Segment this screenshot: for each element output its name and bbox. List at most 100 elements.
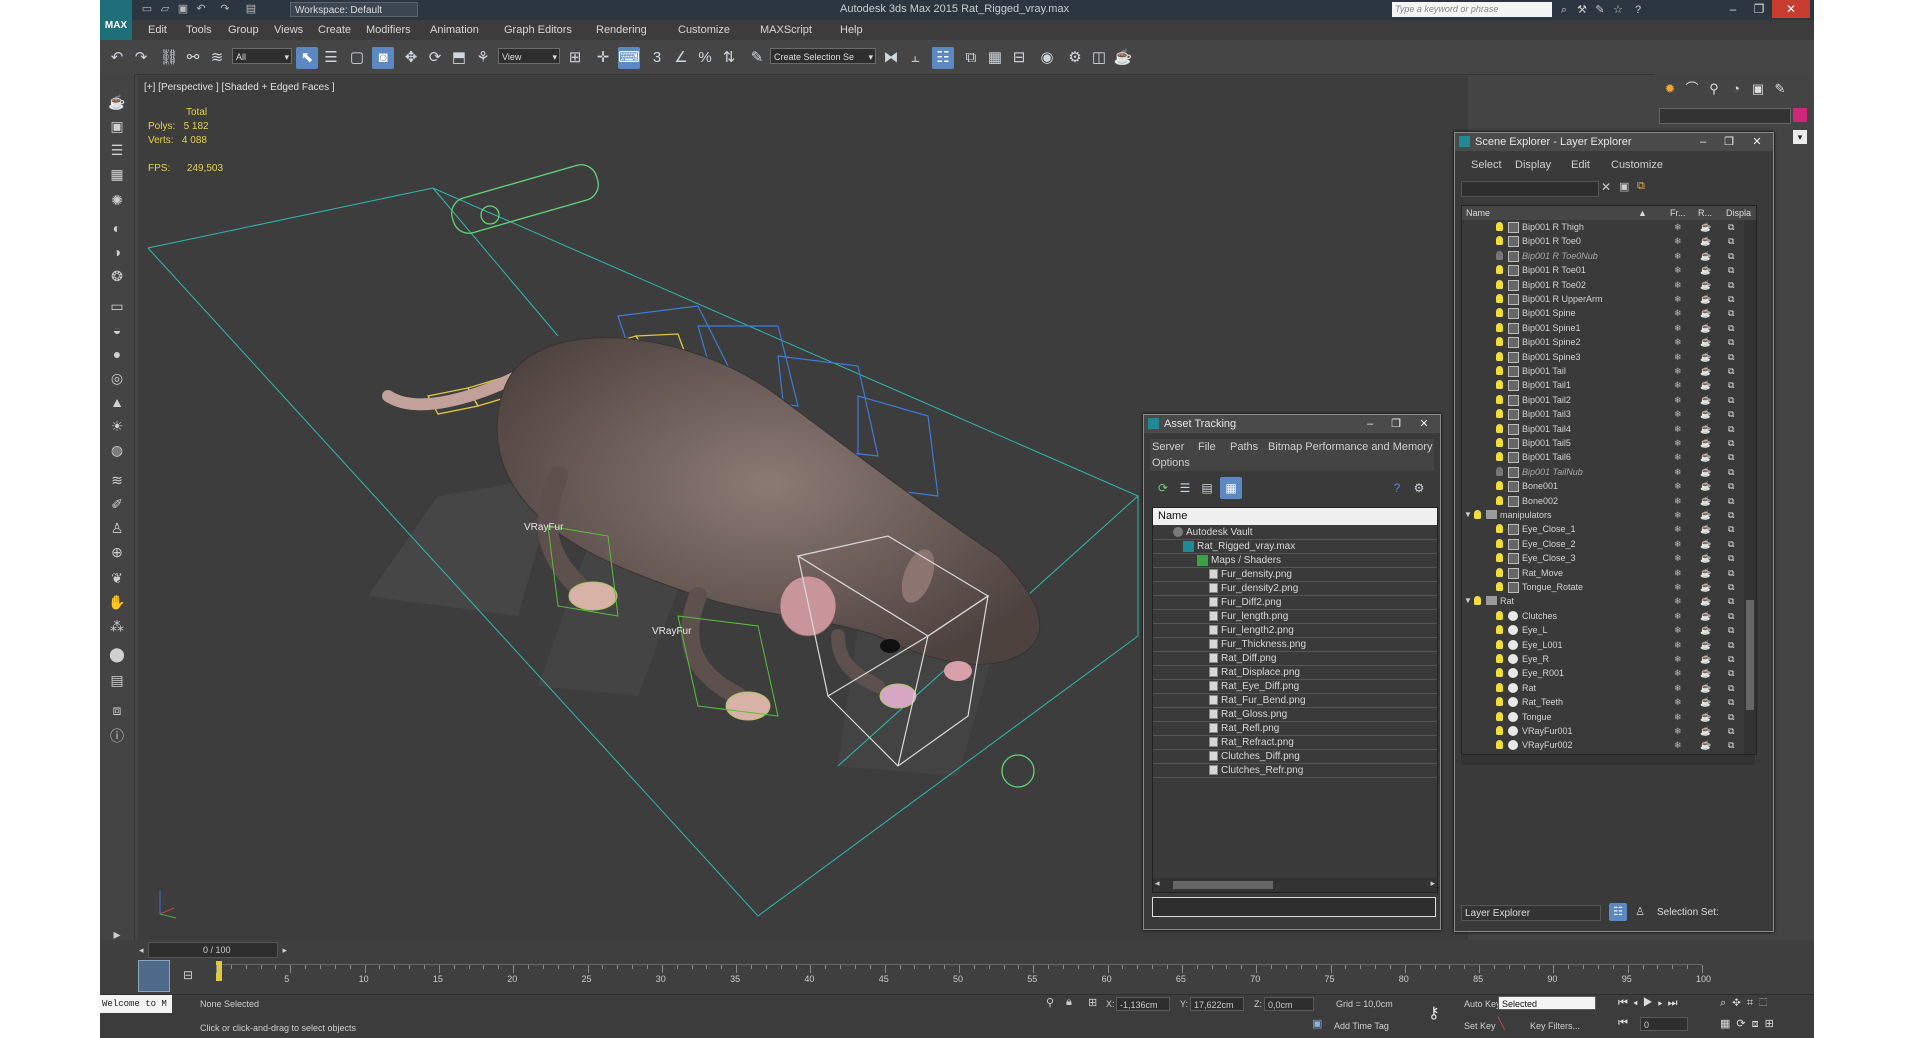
- light-bulb-icon[interactable]: [1496, 409, 1503, 419]
- viewport-navigation-controls-2[interactable]: ▦⟳⧈⊞: [1720, 1017, 1780, 1031]
- scene-tree-row[interactable]: Eye_Close_3 ❄ ☕ ⧉: [1462, 551, 1756, 565]
- column-header-name[interactable]: Name: [1153, 508, 1437, 525]
- box-icon[interactable]: ▭: [106, 296, 128, 316]
- light-bulb-icon[interactable]: [1496, 279, 1503, 289]
- project-folder-icon[interactable]: ▤: [244, 2, 258, 16]
- particle-icon[interactable]: ❂: [106, 266, 128, 286]
- info-icon[interactable]: ⓘ: [106, 726, 128, 746]
- menu-group[interactable]: Group: [228, 24, 259, 36]
- renderable-icon[interactable]: ☕: [1700, 681, 1711, 695]
- display-box-icon[interactable]: ⧉: [1728, 652, 1734, 666]
- menu-views[interactable]: Views: [274, 24, 303, 36]
- display-tab-icon[interactable]: ▣: [1747, 80, 1769, 98]
- helper-icon[interactable]: ◑: [106, 242, 128, 262]
- reference-coordinate-dropdown[interactable]: View: [498, 48, 560, 65]
- display-box-icon[interactable]: ⧉: [1728, 436, 1734, 450]
- transform-icon[interactable]: ⧈: [106, 700, 128, 720]
- freeze-icon[interactable]: ❄: [1674, 710, 1682, 724]
- freeze-icon[interactable]: ❄: [1674, 292, 1682, 306]
- light-bulb-icon[interactable]: [1496, 265, 1503, 275]
- renderable-icon[interactable]: ☕: [1700, 710, 1711, 724]
- maxscript-listener[interactable]: Welcome to M: [100, 995, 172, 1013]
- minimize-icon[interactable]: –: [1360, 416, 1380, 432]
- menu-edit[interactable]: Edit: [1571, 159, 1590, 171]
- freeze-icon[interactable]: ❄: [1674, 681, 1682, 695]
- scene-tree-row[interactable]: Bip001 Spine2 ❄ ☕ ⧉: [1462, 335, 1756, 349]
- light-bulb-icon[interactable]: [1496, 682, 1503, 692]
- light-bulb-icon[interactable]: [1496, 654, 1503, 663]
- freeze-icon[interactable]: ❄: [1674, 364, 1682, 378]
- renderable-icon[interactable]: ☕: [1700, 450, 1711, 464]
- freeze-icon[interactable]: ❄: [1674, 407, 1682, 421]
- renderable-icon[interactable]: ☕: [1700, 695, 1711, 709]
- layer-explorer-icon[interactable]: ⧉: [960, 47, 982, 69]
- paint-icon[interactable]: ✐: [106, 494, 128, 514]
- select-manipulate-icon[interactable]: ✛: [592, 47, 614, 69]
- renderable-icon[interactable]: ☕: [1700, 580, 1711, 594]
- display-box-icon[interactable]: ⧉: [1728, 378, 1734, 392]
- menu-customize[interactable]: Customize: [1611, 159, 1663, 171]
- scene-tree-row[interactable]: Bip001 R UpperArm ❄ ☕ ⧉: [1462, 292, 1756, 306]
- viewport-label[interactable]: [+] [Perspective ] [Shaded + Edged Faces…: [144, 82, 335, 93]
- freeze-icon[interactable]: ❄: [1674, 249, 1682, 263]
- sun-icon[interactable]: ☀: [106, 416, 128, 436]
- keyboard-shortcut-icon[interactable]: ⌨: [618, 47, 640, 69]
- spinner-snap-icon[interactable]: ⇅: [718, 47, 740, 69]
- menu-graph-editors[interactable]: Graph Editors: [504, 24, 572, 36]
- redo-quick-icon[interactable]: ↷: [218, 2, 232, 16]
- asset-path-field[interactable]: [1152, 897, 1436, 917]
- display-box-icon[interactable]: ⧉: [1728, 335, 1734, 349]
- scene-tree-row[interactable]: Bip001 R Toe0Nub ❄ ☕ ⧉: [1462, 249, 1756, 263]
- scene-tree-row[interactable]: Eye_R001 ❄ ☕ ⧉: [1462, 666, 1756, 680]
- menu-select[interactable]: Select: [1471, 159, 1502, 171]
- renderable-icon[interactable]: ☕: [1700, 609, 1711, 623]
- scene-tree-row[interactable]: Bip001 Tail1 ❄ ☕ ⧉: [1462, 378, 1756, 392]
- utilities-tab-icon[interactable]: ✎: [1769, 80, 1791, 98]
- light-bulb-icon[interactable]: [1496, 726, 1503, 735]
- asset-tree-row[interactable]: Rat_Diff.png: [1153, 652, 1437, 666]
- display-box-icon[interactable]: ⧉: [1728, 234, 1734, 248]
- sort-layers-icon[interactable]: ☷: [1609, 903, 1627, 921]
- renderable-icon[interactable]: ☕: [1700, 494, 1711, 508]
- teapot-icon[interactable]: ☕: [106, 92, 128, 112]
- absolute-mode-icon[interactable]: ⊞: [1088, 996, 1097, 1009]
- display-box-icon[interactable]: ⧉: [1728, 681, 1734, 695]
- display-box-icon[interactable]: ⧉: [1728, 594, 1734, 608]
- key-filters-button[interactable]: Key Filters...: [1530, 1021, 1580, 1031]
- renderable-icon[interactable]: ☕: [1700, 666, 1711, 680]
- renderable-icon[interactable]: ☕: [1700, 522, 1711, 536]
- mirror-icon[interactable]: ⧓: [880, 47, 902, 69]
- selection-filter-dropdown[interactable]: All: [232, 48, 292, 65]
- freeze-icon[interactable]: ❄: [1674, 566, 1682, 580]
- renderable-icon[interactable]: ☕: [1700, 623, 1711, 637]
- binoculars-icon[interactable]: ⌕: [1556, 2, 1572, 18]
- refresh-icon[interactable]: ⟳: [1152, 477, 1174, 499]
- dropdown-arrow-icon[interactable]: ▾: [1793, 130, 1807, 144]
- display-box-icon[interactable]: ⧉: [1728, 393, 1734, 407]
- renderable-icon[interactable]: ☕: [1700, 537, 1711, 551]
- close-icon[interactable]: ✕: [1414, 416, 1434, 432]
- close-icon[interactable]: ✕: [1747, 134, 1767, 150]
- light-bulb-icon[interactable]: [1496, 625, 1503, 635]
- set-keys-icon[interactable]: ╲: [1498, 1017, 1505, 1030]
- asset-tree-row[interactable]: Rat_Fur_Bend.png: [1153, 694, 1437, 708]
- percent-snap-icon[interactable]: %: [694, 47, 716, 69]
- horizontal-scrollbar[interactable]: [1461, 755, 1755, 765]
- grid-icon[interactable]: ▦: [106, 164, 128, 184]
- renderable-icon[interactable]: ☕: [1700, 465, 1711, 479]
- freeze-icon[interactable]: ❄: [1674, 350, 1682, 364]
- biped-icon[interactable]: ♙: [106, 518, 128, 538]
- renderable-icon[interactable]: ☕: [1700, 378, 1711, 392]
- light-bulb-icon[interactable]: [1496, 423, 1503, 433]
- light-bulb-icon[interactable]: [1496, 366, 1503, 375]
- asset-tree-row[interactable]: Maps / Shaders: [1153, 554, 1437, 568]
- freeze-icon[interactable]: ❄: [1674, 436, 1682, 450]
- freeze-icon[interactable]: ❄: [1674, 738, 1682, 752]
- renderable-icon[interactable]: ☕: [1700, 278, 1711, 292]
- hierarchy-tab-icon[interactable]: ⚲: [1703, 80, 1725, 98]
- renderable-icon[interactable]: ☕: [1700, 652, 1711, 666]
- freeze-icon[interactable]: ❄: [1674, 494, 1682, 508]
- move-icon[interactable]: ✥: [400, 47, 422, 69]
- asset-tree-row[interactable]: Rat_Eye_Diff.png: [1153, 680, 1437, 694]
- new-file-icon[interactable]: ▭: [140, 2, 154, 16]
